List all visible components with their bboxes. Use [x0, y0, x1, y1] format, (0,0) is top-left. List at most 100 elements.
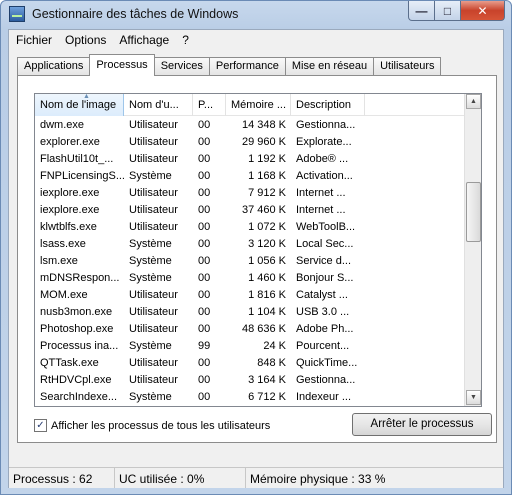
show-all-users-label[interactable]: Afficher les processus de tous les utili… — [51, 420, 270, 432]
table-row[interactable]: iexplore.exe Utilisateur 00 7 912 K Internet… — [35, 184, 465, 201]
cell-user-name: Utilisateur — [129, 323, 178, 335]
table-row[interactable]: nusb3mon.exe Utilisateur 00 1 104 K USB 3.0 … — [35, 303, 465, 320]
tab-processus[interactable]: Processus — [89, 54, 155, 76]
table-row[interactable]: MOM.exe Utilisateur 00 1 816 K Catalyst ... — [35, 286, 465, 303]
cell-cpu: 00 — [198, 187, 211, 199]
process-list[interactable]: ▲ Nom de l'image Nom d'u... P... Mémoire… — [34, 93, 482, 407]
processes-panel: ▲ Nom de l'image Nom d'u... P... Mémoire… — [17, 75, 497, 443]
cell-memory: 3 164 K — [248, 374, 286, 386]
cell-user-name: Utilisateur — [129, 204, 178, 216]
cell-description: Service d... — [296, 255, 352, 267]
cell-image-name: iexplore.exe — [40, 187, 100, 199]
cell-image-name: FNPLicensingS... — [40, 170, 124, 182]
maximize-button[interactable]: □ — [435, 1, 461, 21]
cell-image-name: mDNSRespon... — [40, 272, 120, 284]
tab-utilisateurs[interactable]: Utilisateurs — [373, 57, 442, 76]
cell-memory: 1 192 K — [248, 153, 286, 165]
cell-memory: 6 712 K — [248, 391, 286, 403]
table-row[interactable]: Photoshop.exe Utilisateur 00 48 636 K Adobe … — [35, 320, 465, 337]
cell-description: Activation... — [296, 170, 353, 182]
show-all-users-option[interactable]: ✓ Afficher les processus de tous les uti… — [34, 419, 270, 432]
cell-description: Explorate... — [296, 136, 352, 148]
cell-description: Bonjour S... — [296, 272, 354, 284]
cell-description: Internet ... — [296, 204, 346, 216]
table-row[interactable]: klwtblfs.exe Utilisateur 00 1 072 K WebToolB… — [35, 218, 465, 235]
table-row[interactable]: lsm.exe Système 00 1 056 K Service d... — [35, 252, 465, 269]
cell-user-name: Utilisateur — [129, 221, 178, 233]
cell-memory: 1 460 K — [248, 272, 286, 284]
show-all-users-checkbox[interactable]: ✓ — [34, 419, 47, 432]
column-header-memory[interactable]: Mémoire ... — [226, 94, 291, 116]
vertical-scrollbar[interactable]: ▲ ▼ — [464, 94, 481, 406]
table-row[interactable]: Processus ina... Système 99 24 K Pourcent... — [35, 337, 465, 354]
window-title: Gestionnaire des tâches de Windows — [32, 7, 239, 21]
table-row[interactable]: RtHDVCpl.exe Utilisateur 00 3 164 K Gestionn… — [35, 371, 465, 388]
minimize-button[interactable]: — — [408, 1, 435, 21]
menu-bar: Fichier Options Affichage ? — [9, 30, 503, 50]
tab-performance[interactable]: Performance — [208, 57, 286, 76]
column-header-image-name[interactable]: ▲ Nom de l'image — [35, 94, 124, 116]
cell-image-name: dwm.exe — [40, 119, 85, 131]
cell-user-name: Utilisateur — [129, 136, 178, 148]
title-bar[interactable]: Gestionnaire des tâches de Windows — □ ✕ — [1, 1, 511, 29]
cell-memory: 1 816 K — [248, 289, 286, 301]
table-row[interactable]: FNPLicensingS... Système 00 1 168 K Activati… — [35, 167, 465, 184]
table-row[interactable]: SearchIndexe... Système 00 6 712 K Indexeur … — [35, 388, 465, 405]
table-row[interactable]: FlashUtil10t_... Utilisateur 00 1 192 K Adob… — [35, 150, 465, 167]
cell-memory: 1 168 K — [248, 170, 286, 182]
cell-description: Gestionna... — [296, 374, 356, 386]
menu-fichier[interactable]: Fichier — [9, 30, 58, 50]
table-row[interactable]: ...Système002 556 KApplicatio... — [35, 405, 465, 406]
cell-memory: 7 912 K — [248, 187, 286, 199]
menu-affichage[interactable]: Affichage — [112, 30, 175, 50]
cell-description: Applicatio... — [291, 405, 365, 406]
cell-memory: 37 460 K — [241, 204, 286, 216]
table-row[interactable]: mDNSRespon... Système 00 1 460 K Bonjour S..… — [35, 269, 465, 286]
cell-cpu: 00 — [198, 238, 211, 250]
cell-memory: 14 348 K — [241, 119, 286, 131]
cell-cpu: 00 — [198, 119, 211, 131]
end-process-button[interactable]: Arrêter le processus — [352, 413, 492, 436]
sort-ascending-icon: ▲ — [83, 94, 90, 100]
cell-user-name: Système — [129, 255, 172, 267]
scroll-thumb[interactable] — [466, 182, 481, 242]
cell-memory: 1 104 K — [248, 306, 286, 318]
cell-memory: 48 636 K — [241, 323, 286, 335]
cell-image-name: explorer.exe — [40, 136, 100, 148]
cell-description: Adobe® ... — [296, 153, 349, 165]
cell-memory: 848 K — [257, 357, 286, 369]
status-bar: Processus : 62 UC utilisée : 0% Mémoire … — [9, 467, 503, 488]
cell-description: Adobe Ph... — [296, 323, 354, 335]
tab-applications[interactable]: Applications — [17, 57, 91, 76]
cell-image-name: FlashUtil10t_... — [40, 153, 114, 165]
column-header-description[interactable]: Description — [291, 94, 365, 116]
scroll-up-button[interactable]: ▲ — [466, 94, 481, 109]
cell-image-name: klwtblfs.exe — [40, 221, 97, 233]
task-manager-window: Gestionnaire des tâches de Windows — □ ✕… — [0, 0, 512, 495]
scroll-down-button[interactable]: ▼ — [466, 390, 481, 405]
table-row[interactable]: lsass.exe Système 00 3 120 K Local Sec... — [35, 235, 465, 252]
cell-cpu: 00 — [198, 391, 211, 403]
cell-description: Gestionna... — [296, 119, 356, 131]
close-button[interactable]: ✕ — [461, 1, 505, 21]
cell-image-name: MOM.exe — [40, 289, 88, 301]
cell-user-name: Utilisateur — [129, 153, 178, 165]
tab-services[interactable]: Services — [153, 57, 210, 76]
tab-mise-en-reseau[interactable]: Mise en réseau — [284, 57, 375, 76]
column-header-user-name[interactable]: Nom d'u... — [124, 94, 193, 116]
menu-help[interactable]: ? — [175, 30, 195, 50]
menu-options[interactable]: Options — [58, 30, 112, 50]
cell-cpu: 00 — [198, 204, 211, 216]
table-row[interactable]: iexplore.exe Utilisateur 00 37 460 K Interne… — [35, 201, 465, 218]
cell-description: Local Sec... — [296, 238, 354, 250]
cell-description: Internet ... — [296, 187, 346, 199]
column-label: Nom de l'image — [40, 99, 117, 111]
table-row[interactable]: explorer.exe Utilisateur 00 29 960 K Explora… — [35, 133, 465, 150]
column-header-cpu[interactable]: P... — [193, 94, 226, 116]
table-row[interactable]: QTTask.exe Utilisateur 00 848 K QuickTime... — [35, 354, 465, 371]
cell-memory: 24 K — [263, 340, 286, 352]
cell-image-name: Photoshop.exe — [40, 323, 114, 335]
cell-image-name: lsass.exe — [40, 238, 86, 250]
table-row[interactable]: dwm.exe Utilisateur 00 14 348 K Gestionna... — [35, 116, 465, 133]
cell-description: QuickTime... — [296, 357, 358, 369]
